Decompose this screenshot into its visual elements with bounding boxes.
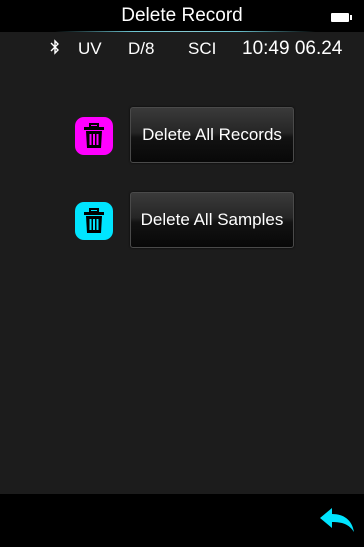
bottom-bar [0, 494, 364, 547]
mode-label: SCI [188, 39, 217, 58]
screen: Delete Record UV D/8 SCI 10:49 06.24 Del… [0, 0, 364, 547]
title-bar: Delete Record [0, 0, 364, 34]
geometry-label: D/8 [128, 39, 155, 58]
delete-all-samples-button[interactable]: Delete All Samples [130, 192, 294, 248]
battery-icon [331, 13, 352, 22]
bluetooth-icon [50, 39, 60, 61]
main-content: UV D/8 SCI 10:49 06.24 Delete All Record… [0, 32, 364, 494]
light-source-label: UV [78, 39, 102, 58]
datetime-label: 10:49 06.24 [242, 38, 343, 59]
delete-all-records-button[interactable]: Delete All Records [130, 107, 294, 163]
back-arrow-icon[interactable] [318, 506, 356, 534]
status-bar: UV D/8 SCI 10:49 06.24 [0, 39, 364, 61]
page-title: Delete Record [121, 5, 243, 26]
delete-records-trash-icon[interactable] [75, 117, 113, 155]
delete-samples-trash-icon[interactable] [75, 202, 113, 240]
